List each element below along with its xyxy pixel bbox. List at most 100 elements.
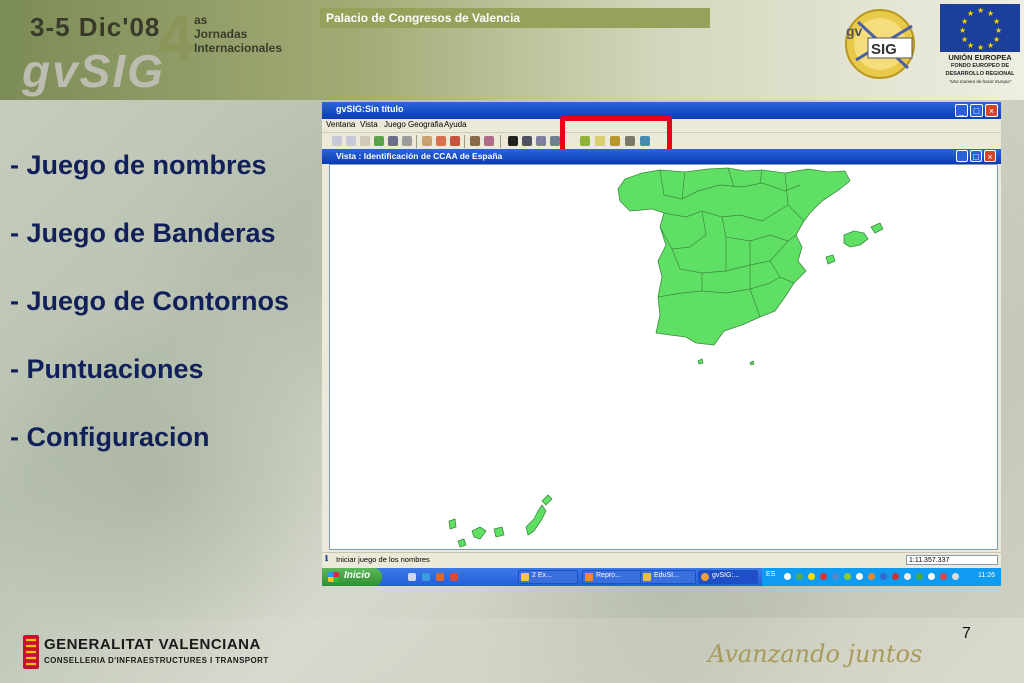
status-message: Iniciar juego de los nombres [336,555,430,564]
logo-sig-text: SIG [871,41,897,58]
department-name: CONSELLERIA D'INFRAESTRUCTURES I TRANSPO… [44,656,269,665]
page-number: 7 [962,625,971,642]
windows-taskbar: Inicio 2 Ex... Repro... EduSI... gvSIG:.… [322,568,1001,586]
taskbar-item-explorer[interactable]: 2 Ex... [518,570,578,584]
eu-caption: UNIÓN EUROPEA FONDO EUROPEO DE DESARROLL… [936,54,1024,86]
spain-map [448,167,884,548]
taskbar-item-label: 2 Ex... [532,572,552,579]
system-tray: ES 11:26 [762,568,1001,586]
maximize-button[interactable]: □ [970,104,983,117]
brand-watermark: gvSIG [22,45,165,97]
list-item: - Configuracion [10,422,210,452]
taskbar-item-edusig[interactable]: EduSI... [640,570,696,584]
eu-title: UNIÓN EUROPEA [948,53,1012,62]
window-title: gvSIG:Sin título [336,104,404,114]
firefox-icon[interactable] [436,573,444,581]
start-button[interactable]: Inicio [322,568,382,586]
language-indicator[interactable]: ES [766,571,775,578]
feature-list: - Juego de nombres - Juego de Banderas -… [10,148,289,488]
toolbar-separator [464,135,465,148]
list-item: - Juego de Banderas [10,218,276,248]
select-pointer-icon[interactable] [508,136,518,146]
tray-icon[interactable] [892,573,899,580]
tray-icon[interactable] [904,573,911,580]
gvsig-window: gvSIG:Sin título _ □ × Ventana Vista Jue… [322,102,1001,586]
tray-icon[interactable] [844,573,851,580]
zoom-out-icon[interactable] [346,136,356,146]
tray-icon[interactable] [808,573,815,580]
conference-date: 3-5 Dic'08 [30,12,161,42]
close-button[interactable]: × [985,104,998,117]
tray-icon[interactable] [832,573,839,580]
map-canvas[interactable] [329,164,998,550]
menu-item-vista[interactable]: Vista [360,120,378,129]
pan-hand-icon[interactable] [422,136,432,146]
menu-item-juego-geografia[interactable]: Juego Geografia [384,120,443,129]
tray-icon[interactable] [916,573,923,580]
taskbar-item-label: EduSI... [654,572,679,579]
taskbar-item-label: gvSIG:... [712,572,740,579]
slogan: Avanzando juntos [708,640,923,668]
taskbar-item-player[interactable]: Repro... [582,570,642,584]
institution-name: GENERALITAT VALENCIANA [44,636,261,653]
info-icon: ℹ [325,554,329,563]
media-icon[interactable] [450,573,458,581]
browser-icon[interactable] [422,573,430,581]
layers-icon[interactable] [374,136,384,146]
layout-icon[interactable] [484,136,494,146]
select-rectangle-icon[interactable] [522,136,532,146]
balearic-islands-shape[interactable] [825,222,884,265]
venue-strip: Palacio de Congresos de Valencia [320,8,710,28]
taskbar-item-label: Repro... [596,572,621,579]
view-title: Vista : Identificación de CCAA de España [336,151,503,161]
start-label: Inicio [344,570,371,581]
view-close-button[interactable]: × [984,150,996,162]
menu-item-ventana[interactable]: Ventana [326,120,355,129]
info-icon[interactable] [536,136,546,146]
tray-icon[interactable] [856,573,863,580]
print-icon[interactable] [470,136,480,146]
folder-icon [521,573,529,581]
taskbar-item-gvsig[interactable]: gvSIG:... [698,570,758,584]
refresh-icon[interactable] [450,136,460,146]
tray-icon[interactable] [784,573,791,580]
ceuta-melilla-shape[interactable] [697,358,755,366]
generalitat-emblem-icon [23,635,39,669]
eu-fund: FONDO EUROPEO DE DESARROLLO REGIONAL [945,63,1015,77]
center-icon[interactable] [402,136,412,146]
gvsig-logo: gv SIG [845,9,915,79]
tray-icon[interactable] [952,573,959,580]
eu-motto: "Una manera de hacer Europa" [948,79,1012,84]
measure-icon[interactable] [550,136,560,146]
logo-gv-text: gv [846,23,863,39]
view-minimize-button[interactable]: _ [956,150,968,162]
minimize-button[interactable]: _ [955,104,968,117]
zoom-previous-icon[interactable] [436,136,446,146]
list-item: - Puntuaciones [10,354,204,384]
peninsula-shape[interactable] [617,167,851,346]
toolbar-separator [416,135,417,148]
tray-icon[interactable] [940,573,947,580]
zoom-in-icon[interactable] [332,136,342,146]
list-item: - Juego de nombres [10,150,267,180]
menu-item-ayuda[interactable]: Ayuda [444,120,467,129]
zoom-select-icon[interactable] [360,136,370,146]
canary-islands-shape[interactable] [448,494,553,548]
tray-icon[interactable] [820,573,827,580]
conference-name: as Jornadas Internacionales [194,13,283,55]
windows-logo-icon [328,572,339,582]
tray-icon[interactable] [880,573,887,580]
tray-icon[interactable] [868,573,875,580]
tray-icon[interactable] [796,573,803,580]
view-maximize-button[interactable]: □ [970,150,982,162]
tray-icon[interactable] [928,573,935,580]
view-title-bar[interactable]: Vista : Identificación de CCAA de España… [322,149,1001,164]
toolbar-separator [500,135,501,148]
clock[interactable]: 11:26 [978,572,995,579]
folder-icon [643,573,651,581]
full-extent-icon[interactable] [388,136,398,146]
player-icon [585,573,593,581]
show-desktop-icon[interactable] [408,573,416,581]
list-item: - Juego de Contornos [10,286,289,316]
scale-selector[interactable]: 1:11.357.337 [906,555,998,565]
